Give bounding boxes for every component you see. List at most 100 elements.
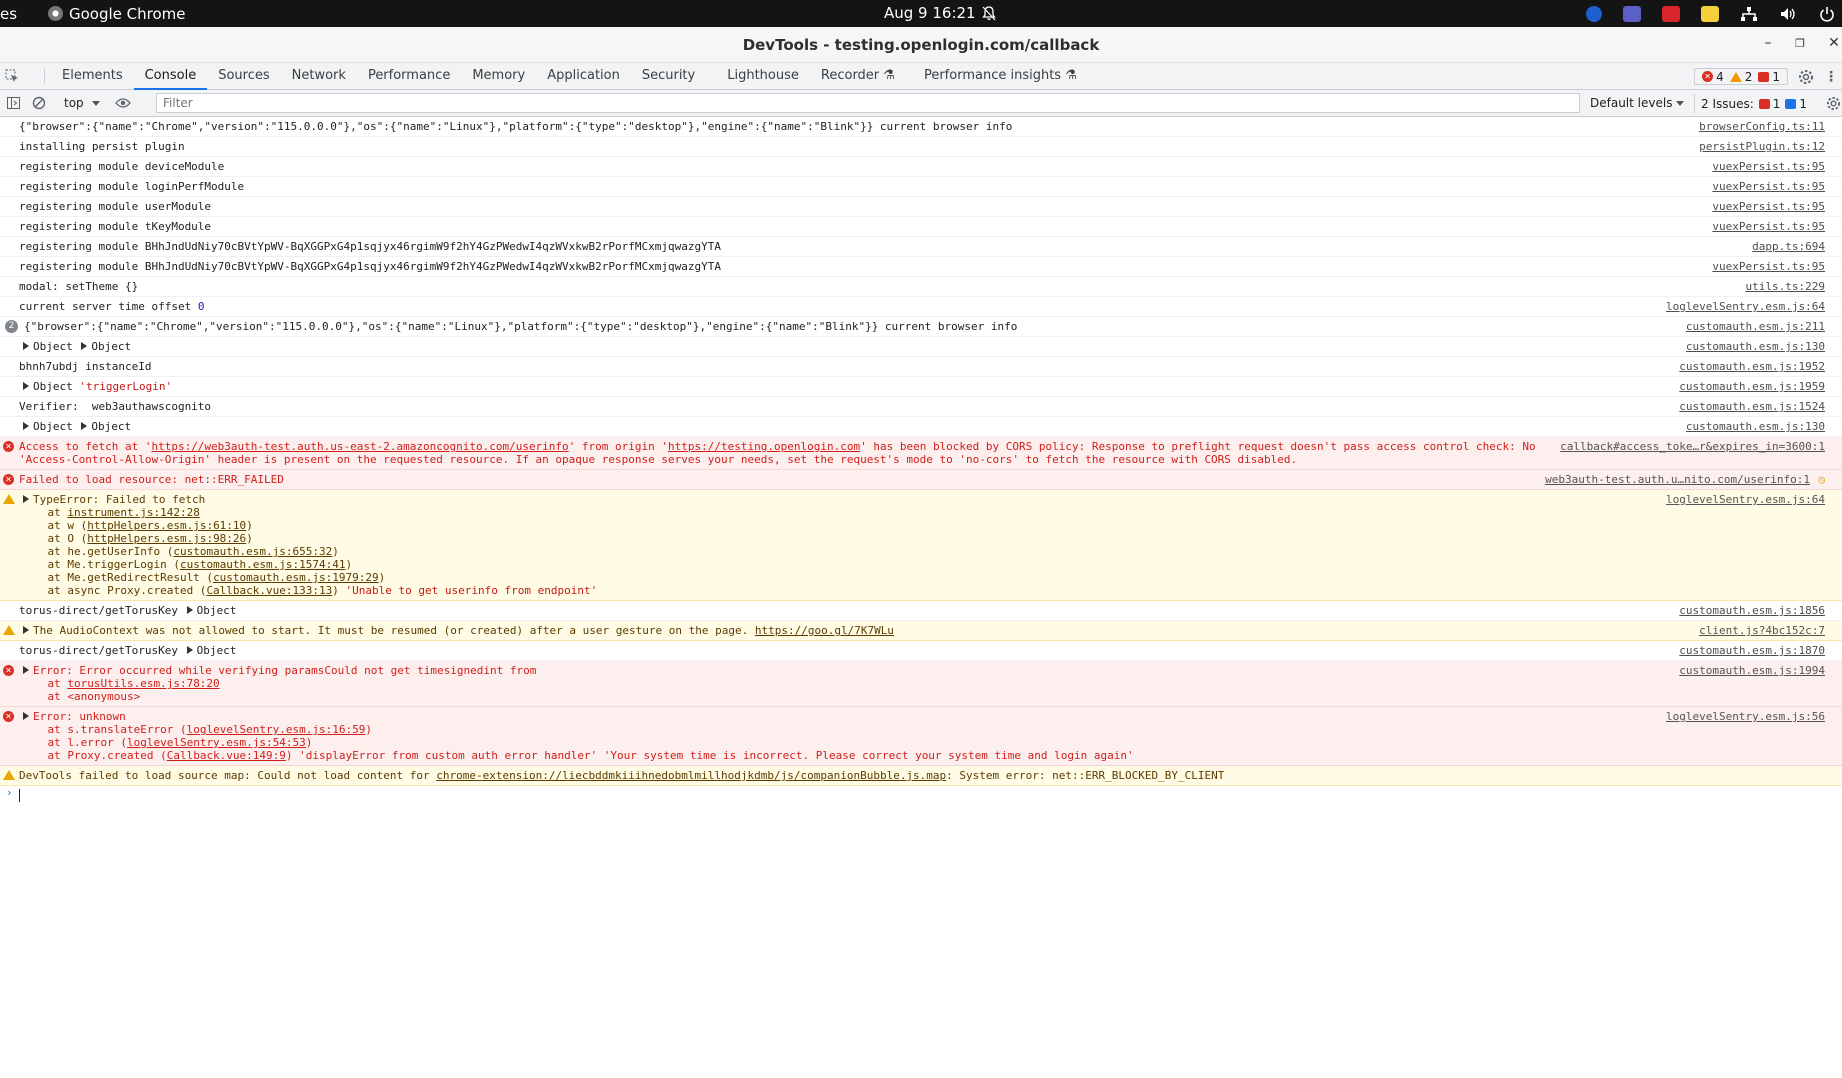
tray-notes-icon[interactable] [1701, 5, 1719, 22]
error-link[interactable]: https://testing.openlogin.com [668, 440, 860, 453]
console-counters[interactable]: ✕ 4 2 1 [1694, 68, 1788, 85]
source-link[interactable]: customauth.esm.js:211 [1686, 320, 1825, 333]
expand-triangle-icon[interactable] [23, 626, 29, 634]
object-preview[interactable]: Object [91, 340, 131, 353]
object-preview[interactable]: Object [33, 420, 73, 433]
object-preview[interactable]: Object [197, 604, 237, 617]
error-link[interactable]: https://web3auth-test.auth.us-east-2.ama… [151, 440, 568, 453]
stack-link[interactable]: torusUtils.esm.js:78:20 [67, 677, 219, 690]
object-preview[interactable]: Object [33, 380, 73, 393]
source-link[interactable]: customauth.esm.js:1994 [1679, 664, 1825, 677]
tab-memory[interactable]: Memory [461, 63, 536, 89]
source-link[interactable]: customauth.esm.js:1524 [1679, 400, 1825, 413]
stack-link[interactable]: Callback.vue:133:13 [206, 584, 332, 597]
source-link[interactable]: utils.ts:229 [1746, 280, 1825, 293]
volume-icon[interactable] [1779, 6, 1797, 22]
console-prompt[interactable]: › [0, 786, 1842, 805]
source-link[interactable]: client.js?4bc152c:7 [1699, 624, 1825, 637]
source-link[interactable]: vuexPersist.ts:95 [1712, 260, 1825, 273]
console-settings-gear-icon[interactable] [1826, 96, 1841, 111]
source-link[interactable]: vuexPersist.ts:95 [1712, 180, 1825, 193]
close-button[interactable]: ✕ [1824, 35, 1842, 51]
source-link[interactable]: customauth.esm.js:1856 [1679, 604, 1825, 617]
restore-button[interactable]: ❐ [1790, 37, 1810, 50]
settings-gear-icon[interactable] [1798, 69, 1814, 85]
console-message: bhnh7ubdj instanceId customauth.esm.js:19… [0, 357, 1842, 377]
stack-link[interactable]: instrument.js:142:28 [67, 506, 199, 519]
live-expression-button[interactable] [110, 90, 136, 116]
expand-triangle-icon[interactable] [186, 606, 193, 614]
tray-teams-icon[interactable] [1623, 5, 1641, 22]
power-icon[interactable] [1818, 6, 1836, 22]
tab-recorder[interactable]: Recorder ⚗ [810, 63, 906, 89]
stack-link[interactable]: httpHelpers.esm.js:98:26 [87, 532, 246, 545]
expand-triangle-icon[interactable] [81, 342, 88, 350]
expand-triangle-icon[interactable] [23, 422, 29, 430]
tab-lighthouse[interactable]: Lighthouse [706, 63, 810, 89]
source-link[interactable]: customauth.esm.js:1952 [1679, 360, 1825, 373]
stack-link[interactable]: httpHelpers.esm.js:61:10 [87, 519, 246, 532]
stack-link[interactable]: customauth.esm.js:1574:41 [180, 558, 346, 571]
expand-triangle-icon[interactable] [23, 382, 29, 390]
sidebar-toggle-button[interactable] [0, 90, 26, 116]
source-link[interactable]: customauth.esm.js:1870 [1679, 644, 1825, 657]
expand-triangle-icon[interactable] [186, 646, 193, 654]
network-icon[interactable] [1740, 6, 1758, 22]
issues-button[interactable]: 2 Issues: 1 1 [1694, 94, 1807, 113]
activities-button[interactable]: es [0, 5, 30, 23]
tray-anydesk-icon[interactable] [1662, 5, 1680, 22]
tab-security[interactable]: Security [631, 63, 706, 89]
stack-link[interactable]: customauth.esm.js:1979:29 [213, 571, 379, 584]
notification-bell-icon[interactable] [982, 6, 996, 21]
clock[interactable]: Aug 9 16:21 [884, 0, 976, 27]
object-preview[interactable]: Object [33, 340, 73, 353]
device-toolbar-button[interactable] [24, 63, 38, 89]
log-levels-dropdown[interactable]: Default levels [1590, 90, 1685, 117]
source-link[interactable]: dapp.ts:694 [1752, 240, 1825, 253]
source-link[interactable]: loglevelSentry.esm.js:56 [1666, 710, 1825, 723]
tab-sources[interactable]: Sources [207, 63, 280, 89]
source-link[interactable]: loglevelSentry.esm.js:64 [1666, 493, 1825, 506]
source-link[interactable]: persistPlugin.ts:12 [1699, 140, 1825, 153]
tab-performance-insights[interactable]: Performance insights ⚗ [906, 63, 1088, 89]
object-preview[interactable]: Object [197, 644, 237, 657]
warning-link[interactable]: chrome-extension://liecbddmkiiihnedobmlm… [436, 769, 946, 782]
tab-console[interactable]: Console [133, 63, 208, 90]
stack-link[interactable]: customauth.esm.js:655:32 [173, 545, 332, 558]
tab-application[interactable]: Application [536, 63, 631, 89]
expand-triangle-icon[interactable] [23, 495, 29, 503]
stack-link[interactable]: loglevelSentry.esm.js:54:53 [127, 736, 306, 749]
source-link[interactable]: callback#access_toke…r&expires_in=3600:1 [1560, 440, 1825, 453]
tab-performance[interactable]: Performance [357, 63, 461, 89]
tray-app-red-icon[interactable] [1586, 5, 1602, 22]
stack-link[interactable]: loglevelSentry.esm.js:16:59 [187, 723, 366, 736]
source-link[interactable]: vuexPersist.ts:95 [1712, 200, 1825, 213]
error-text: 'Access-Control-Allow-Origin' header is … [19, 453, 1298, 466]
tab-network[interactable]: Network [281, 63, 357, 89]
filter-input[interactable] [156, 93, 1580, 113]
source-link[interactable]: customauth.esm.js:1959 [1679, 380, 1825, 393]
warning-link[interactable]: https://goo.gl/7K7WLu [755, 624, 894, 637]
inspect-element-button[interactable] [0, 63, 24, 89]
object-preview[interactable]: Object [91, 420, 131, 433]
source-link[interactable]: customauth.esm.js:130 [1686, 420, 1825, 433]
tab-elements[interactable]: Elements [51, 63, 134, 89]
context-selector[interactable]: top [58, 96, 106, 110]
expand-triangle-icon[interactable] [23, 666, 29, 674]
stack-link[interactable]: Callback.vue:149:9 [167, 749, 286, 762]
network-request-icon[interactable]: ◷ [1818, 473, 1825, 486]
console-message: current server time offset 0 loglevelSent… [0, 297, 1842, 317]
source-link[interactable]: customauth.esm.js:130 [1686, 340, 1825, 353]
more-options-icon[interactable]: ⋮ [1824, 69, 1838, 85]
source-link[interactable]: vuexPersist.ts:95 [1712, 220, 1825, 233]
source-link[interactable]: browserConfig.ts:11 [1699, 120, 1825, 133]
minimize-button[interactable]: – [1758, 35, 1778, 51]
expand-triangle-icon[interactable] [23, 712, 29, 720]
source-link[interactable]: vuexPersist.ts:95 [1712, 160, 1825, 173]
app-menu[interactable]: Google Chrome [48, 5, 186, 23]
source-link[interactable]: loglevelSentry.esm.js:64 [1666, 300, 1825, 313]
expand-triangle-icon[interactable] [81, 422, 88, 430]
expand-triangle-icon[interactable] [23, 342, 29, 350]
clear-console-button[interactable] [26, 90, 52, 116]
source-link[interactable]: web3auth-test.auth.u…nito.com/userinfo:1 [1545, 473, 1810, 486]
